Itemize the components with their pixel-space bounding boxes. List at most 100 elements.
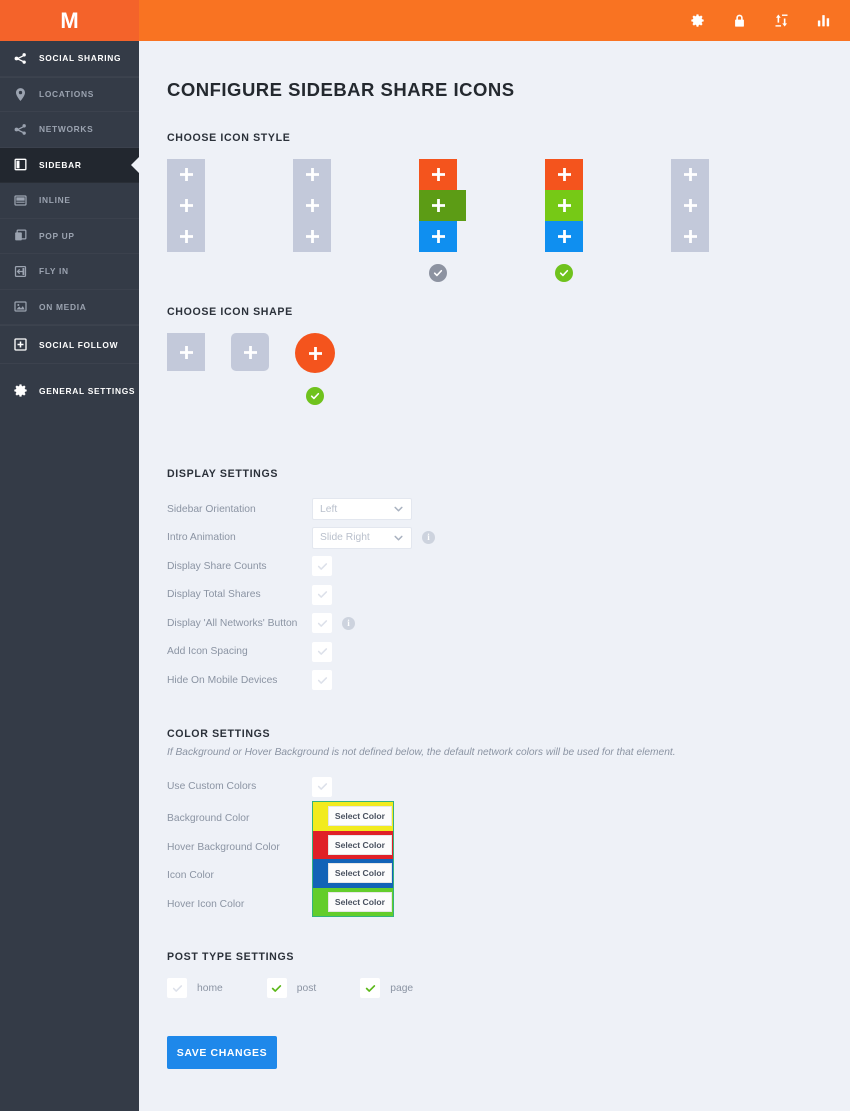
check-badge-icon[interactable] — [429, 264, 447, 282]
select-value: Left — [312, 498, 412, 521]
sidebar-item-pop-up[interactable]: POP UP — [0, 219, 139, 255]
display-share-counts-checkbox[interactable] — [312, 556, 332, 577]
sidebar-item-general-settings[interactable]: GENERAL SETTINGS — [0, 373, 139, 409]
post-type-label: home — [197, 982, 223, 994]
preview-cell — [419, 221, 457, 252]
post-type-item-post: post — [266, 978, 317, 998]
import-export-icon[interactable] — [773, 13, 789, 29]
preview-cell — [167, 190, 205, 221]
icon-preview-stack — [293, 159, 331, 252]
sidebar-item-label: FLY IN — [39, 266, 69, 277]
setting-label: Display Share Counts — [167, 560, 267, 572]
icon-shape-option-circle[interactable] — [295, 333, 359, 405]
post-type-post-checkbox[interactable] — [266, 978, 287, 998]
sidebar-item-label: ON MEDIA — [39, 301, 87, 312]
select-color-button[interactable]: Select Color — [327, 863, 392, 883]
setting-label: Hide On Mobile Devices — [167, 674, 278, 686]
icon-shape-options — [167, 333, 850, 438]
plus-icon — [305, 230, 319, 243]
plus-square-icon — [11, 336, 30, 354]
preview-cell — [545, 190, 583, 221]
display-all-networks-checkbox[interactable] — [312, 613, 332, 634]
use-custom-colors-checkbox[interactable] — [312, 776, 332, 797]
post-type-options: home post page — [167, 978, 850, 998]
shape-preview-circle — [295, 333, 335, 373]
select-color-button[interactable]: Select Color — [327, 891, 392, 912]
sidebar-item-fly-in[interactable]: FLY IN — [0, 254, 139, 290]
post-type-home-checkbox[interactable] — [167, 978, 187, 998]
preview-cell — [545, 221, 583, 252]
plus-icon — [305, 168, 319, 181]
top-bar: M — [0, 0, 850, 41]
setting-row-add-icon-spacing: Add Icon Spacing — [167, 638, 597, 667]
post-type-item-page: page — [360, 978, 413, 998]
setting-label: Hover Icon Color — [167, 898, 245, 910]
setting-row-intro-animation: Intro Animation Slide Right i — [167, 524, 597, 553]
sidebar-item-locations[interactable]: LOCATIONS — [0, 76, 139, 113]
plus-icon — [557, 230, 571, 243]
plus-icon — [179, 345, 193, 359]
preview-cell — [167, 221, 205, 252]
icon-style-option-1[interactable] — [167, 159, 293, 252]
section-title-icon-shape: CHOOSE ICON SHAPE — [167, 306, 293, 318]
save-changes-button[interactable]: SAVE CHANGES — [167, 1036, 277, 1069]
icon-shape-option-square[interactable] — [167, 333, 231, 371]
sidebar-item-inline[interactable]: INLINE — [0, 183, 139, 219]
logo-text: M — [60, 7, 79, 33]
icon-style-option-5[interactable] — [671, 159, 797, 252]
icon-style-option-3[interactable] — [419, 159, 545, 282]
setting-row-sidebar-orientation: Sidebar Orientation Left — [167, 495, 597, 524]
preview-cell — [419, 159, 457, 190]
sidebar-item-label: LOCATIONS — [39, 89, 94, 100]
post-type-page-checkbox[interactable] — [360, 978, 381, 998]
plus-icon — [179, 168, 193, 181]
plus-icon — [683, 168, 697, 181]
sidebar-item-on-media[interactable]: ON MEDIA — [0, 290, 139, 326]
icon-preview-stack — [671, 159, 709, 252]
analytics-icon[interactable] — [815, 13, 831, 29]
sidebar-item-label: POP UP — [39, 230, 75, 241]
icon-preview-stack — [419, 159, 466, 252]
shape-preview-square — [167, 333, 205, 371]
setting-label: Add Icon Spacing — [167, 646, 248, 658]
color-picker-hover-background[interactable]: Select Color — [313, 830, 393, 859]
display-total-shares-checkbox[interactable] — [312, 584, 332, 605]
hide-on-mobile-checkbox[interactable] — [312, 670, 332, 691]
gear-icon[interactable] — [689, 13, 705, 29]
post-type-label: post — [296, 982, 317, 994]
plus-icon — [308, 346, 322, 360]
setting-label: Sidebar Orientation — [167, 503, 256, 515]
sidebar-item-label: GENERAL SETTINGS — [39, 385, 136, 396]
select-color-button[interactable]: Select Color — [327, 806, 392, 826]
media-icon — [11, 298, 30, 316]
add-icon-spacing-checkbox[interactable] — [312, 641, 332, 662]
color-picker-background[interactable]: Select Color — [313, 802, 393, 831]
sidebar-item-social-sharing[interactable]: SOCIAL SHARING — [0, 41, 139, 77]
preview-cell — [293, 159, 331, 190]
sidebar-item-sidebar[interactable]: SIDEBAR — [0, 147, 139, 183]
setting-row-display-all-networks-button: Display 'All Networks' Button i — [167, 609, 597, 638]
logo[interactable]: M — [0, 0, 139, 41]
icon-style-option-4[interactable] — [545, 159, 671, 282]
select-color-button[interactable]: Select Color — [327, 834, 392, 855]
preview-cell — [293, 221, 331, 252]
check-badge-icon[interactable] — [555, 264, 573, 282]
check-badge-icon[interactable] — [306, 387, 324, 405]
inline-icon — [11, 191, 30, 209]
color-picker-icon[interactable]: Select Color — [313, 859, 393, 888]
lock-icon[interactable] — [731, 13, 747, 29]
setting-label: Intro Animation — [167, 532, 236, 544]
sidebar-orientation-select[interactable]: Left — [312, 498, 412, 521]
preview-cell — [545, 159, 583, 190]
sidebar-item-networks[interactable]: NETWORKS — [0, 112, 139, 148]
color-picker-hover-icon[interactable]: Select Color — [313, 887, 393, 916]
sidebar-item-label: NETWORKS — [39, 124, 94, 135]
setting-label: Display 'All Networks' Button — [167, 617, 298, 629]
info-icon[interactable]: i — [342, 616, 355, 630]
icon-shape-option-rounded[interactable] — [231, 333, 295, 371]
intro-animation-select[interactable]: Slide Right — [312, 526, 412, 549]
icon-style-option-2[interactable] — [293, 159, 419, 252]
info-icon[interactable]: i — [422, 531, 435, 545]
sidebar-item-social-follow[interactable]: SOCIAL FOLLOW — [0, 325, 139, 364]
gear-icon — [11, 382, 30, 400]
